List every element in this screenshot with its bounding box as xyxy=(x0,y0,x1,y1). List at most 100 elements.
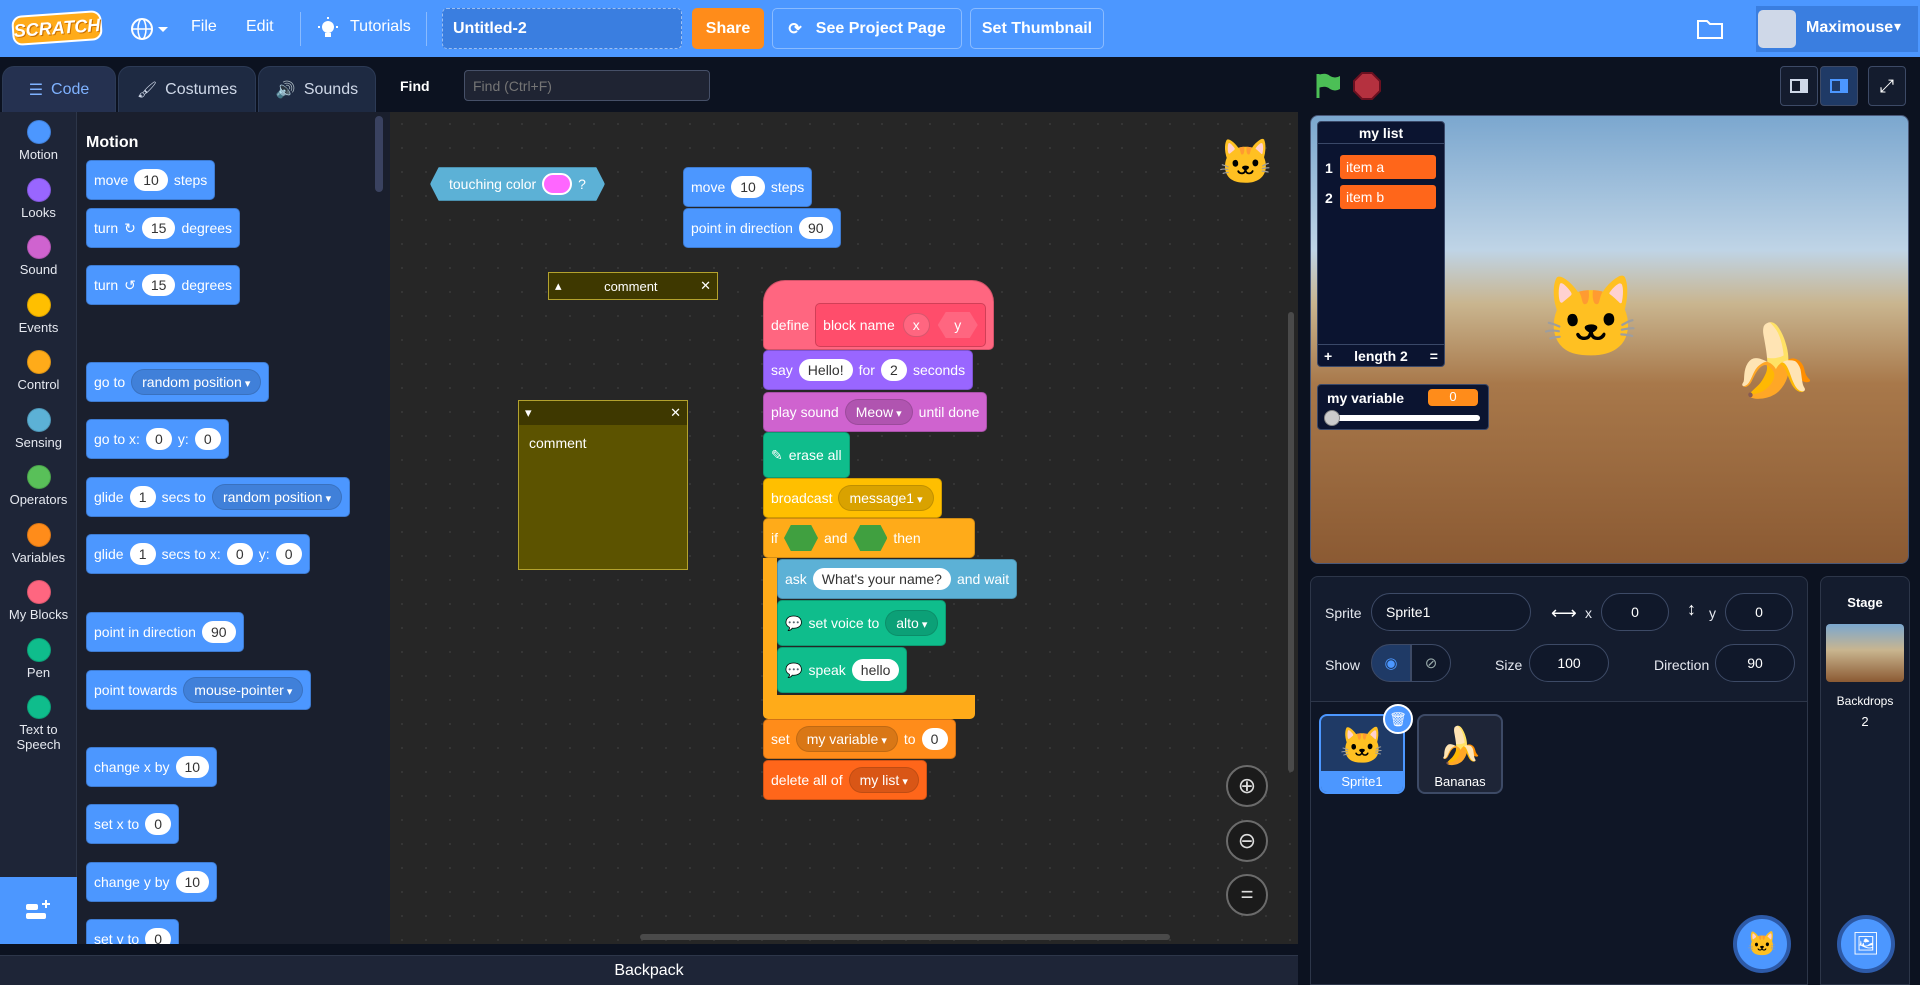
comment-collapse-icon[interactable]: ▾ xyxy=(525,405,532,421)
point-in-direction-block[interactable]: point in direction 90 xyxy=(86,612,244,652)
block-input[interactable]: 0 xyxy=(145,428,172,450)
if-then-block[interactable]: if and then xyxy=(763,518,975,558)
block-input[interactable]: Hello! xyxy=(798,359,853,381)
add-extension-button[interactable] xyxy=(0,877,77,944)
tab-sounds[interactable]: 🔊 Sounds xyxy=(258,66,376,112)
speak-block[interactable]: 💬 speak hello xyxy=(777,647,908,693)
category-events[interactable]: Events xyxy=(0,292,77,335)
category-my-blocks[interactable]: My Blocks xyxy=(0,580,77,622)
choose-backdrop-button[interactable]: 🖼 xyxy=(1837,915,1895,973)
backpack[interactable]: Backpack xyxy=(0,955,1298,985)
turn-right-block[interactable]: turn ↻ 15 degrees xyxy=(86,208,241,248)
go-to-block[interactable]: go to random position xyxy=(86,362,270,402)
set-thumbnail-button[interactable]: Set Thumbnail xyxy=(970,8,1104,49)
cat-sprite[interactable]: 🐱 xyxy=(1541,271,1641,365)
project-title-input[interactable] xyxy=(442,8,682,49)
block-dropdown[interactable]: message1 xyxy=(838,485,934,511)
category-motion[interactable]: Motion xyxy=(0,120,77,162)
block-input[interactable]: 90 xyxy=(798,217,833,239)
hide-sprite-button[interactable]: ⊘ xyxy=(1411,644,1451,682)
turn-left-block[interactable]: turn ↺ 15 degrees xyxy=(86,265,241,305)
category-pen[interactable]: Pen xyxy=(0,637,77,680)
param-x[interactable]: x xyxy=(902,313,930,337)
block-dropdown[interactable]: mouse-pointer xyxy=(183,677,304,703)
green-flag-icon[interactable] xyxy=(1314,72,1342,104)
set-variable-block[interactable]: set my variable to 0 xyxy=(763,719,956,759)
block-input[interactable]: 1 xyxy=(129,486,156,508)
block-input[interactable]: 0 xyxy=(145,813,172,835)
change-y-block[interactable]: change y by 10 xyxy=(86,862,218,902)
file-menu[interactable]: File xyxy=(191,18,217,36)
comment-text[interactable]: comment xyxy=(519,425,687,461)
go-to-xy-block[interactable]: go to x: 0 y: 0 xyxy=(86,419,229,459)
script-area[interactable]: 🐱 touching color? move 10 steps point in dir… xyxy=(390,112,1298,944)
category-text-to-speech[interactable]: Text to Speech xyxy=(0,695,77,752)
stage-canvas[interactable]: my list 1 item a 2 item b + length 2 = m… xyxy=(1310,115,1909,564)
list-add-button[interactable]: + xyxy=(1324,348,1332,364)
glide-to-xy-block[interactable]: glide 1 secs to x: 0 y: 0 xyxy=(86,534,310,574)
delete-all-of-list-block[interactable]: delete all of my list xyxy=(763,760,927,800)
color-swatch[interactable] xyxy=(542,173,573,195)
boolean-slot[interactable] xyxy=(784,525,818,551)
small-stage-button[interactable] xyxy=(1780,66,1818,106)
zoom-out-button[interactable]: ⊖ xyxy=(1226,820,1268,862)
bananas-sprite[interactable]: 🍌 xyxy=(1731,321,1818,403)
block-input[interactable]: 2 xyxy=(880,359,907,381)
list-item[interactable]: item b xyxy=(1340,185,1436,209)
share-button[interactable]: Share xyxy=(692,8,764,49)
language-globe-icon[interactable] xyxy=(130,17,170,41)
define-block[interactable]: define block name x y xyxy=(763,280,994,350)
tab-costumes[interactable]: 🖌 Costumes xyxy=(118,66,256,112)
block-dropdown[interactable]: my list xyxy=(848,767,919,793)
erase-all-block[interactable]: ✎ erase all xyxy=(763,432,850,478)
param-y[interactable]: y xyxy=(937,312,978,338)
block-input[interactable]: 10 xyxy=(731,176,765,198)
block-input[interactable]: 10 xyxy=(175,756,210,778)
palette-scrollbar[interactable] xyxy=(375,116,383,192)
point-towards-block[interactable]: point towards mouse-pointer xyxy=(86,670,312,710)
category-sensing[interactable]: Sensing xyxy=(0,407,77,450)
block-input[interactable]: 0 xyxy=(145,928,172,944)
stop-sign-icon[interactable] xyxy=(1353,72,1381,104)
comment-expanded[interactable]: ▾ ✕ comment xyxy=(518,400,688,570)
block-input[interactable]: 15 xyxy=(141,217,176,239)
block-dropdown[interactable]: Meow xyxy=(844,399,913,425)
slider-handle[interactable] xyxy=(1324,410,1340,426)
y-input[interactable]: 0 xyxy=(1725,593,1793,631)
block-input[interactable]: What's your name? xyxy=(812,568,951,590)
block-input[interactable]: hello xyxy=(851,659,900,681)
glide-to-block[interactable]: glide 1 secs to random position xyxy=(86,477,351,517)
block-input[interactable]: 90 xyxy=(201,621,236,643)
delete-sprite-button[interactable]: 🗑 xyxy=(1383,704,1413,734)
horizontal-scrollbar[interactable] xyxy=(640,934,1170,940)
size-input[interactable]: 100 xyxy=(1529,644,1609,682)
sprite-tile-bananas[interactable]: 🍌 Bananas xyxy=(1417,714,1503,794)
block-input[interactable]: 0 xyxy=(226,543,253,565)
normal-stage-button[interactable] xyxy=(1820,66,1858,106)
category-control[interactable]: Control xyxy=(0,350,77,392)
close-icon[interactable]: ✕ xyxy=(670,405,681,421)
show-sprite-button[interactable]: ◉ xyxy=(1371,644,1411,682)
my-stuff-folder-icon[interactable] xyxy=(1697,17,1723,43)
tab-code[interactable]: ☰ Code xyxy=(2,66,116,112)
move-steps-block[interactable]: move 10 steps xyxy=(86,160,216,200)
list-item[interactable]: item a xyxy=(1340,155,1436,179)
say-for-secs-block[interactable]: say Hello! for 2 seconds xyxy=(763,350,974,390)
block-input[interactable]: 0 xyxy=(194,428,221,450)
comment-expand-icon[interactable]: ▴ xyxy=(555,278,562,294)
point-in-direction-block[interactable]: point in direction 90 xyxy=(683,208,841,248)
block-input[interactable]: 10 xyxy=(134,169,168,191)
custom-block-prototype[interactable]: block name x y xyxy=(815,303,986,347)
fullscreen-button[interactable]: ⤢ xyxy=(1868,66,1906,106)
broadcast-block[interactable]: broadcast message1 xyxy=(763,478,942,518)
set-voice-block[interactable]: 💬 set voice to alto xyxy=(777,600,947,646)
tutorials-lightbulb-icon[interactable] xyxy=(316,17,340,45)
block-dropdown[interactable]: alto xyxy=(885,610,939,636)
touching-color-block[interactable]: touching color? xyxy=(430,167,605,201)
account-menu[interactable]: Maximouse ▾ xyxy=(1756,6,1918,52)
direction-input[interactable]: 90 xyxy=(1715,644,1795,682)
tutorials-menu[interactable]: Tutorials xyxy=(350,18,411,36)
vertical-scrollbar[interactable] xyxy=(1288,312,1294,772)
category-sound[interactable]: Sound xyxy=(0,235,77,277)
block-input[interactable]: 1 xyxy=(129,543,156,565)
